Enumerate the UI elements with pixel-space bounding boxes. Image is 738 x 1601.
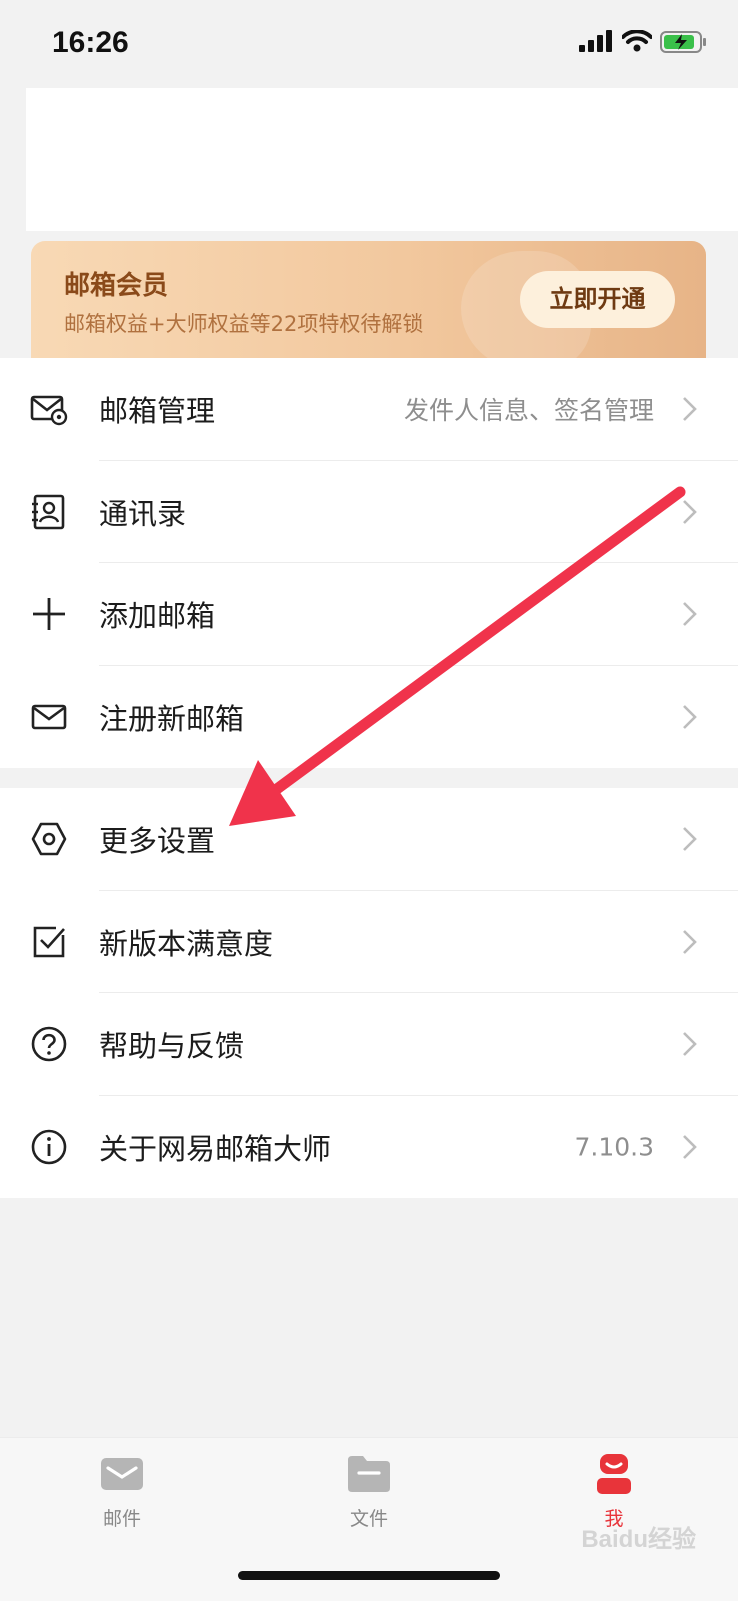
activate-vip-button[interactable]: 立即开通: [520, 271, 675, 328]
menu-item-add-mailbox[interactable]: 添加邮箱: [0, 563, 738, 666]
menu-item-label: 更多设置: [99, 824, 216, 859]
chevron-right-icon: [678, 825, 700, 853]
tab-label: 邮件: [102, 1508, 141, 1530]
menu-item-label: 添加邮箱: [99, 599, 216, 634]
status-bar: 16:26: [0, 0, 738, 90]
info-icon: [30, 1128, 68, 1166]
folder-tab-icon: [345, 1452, 393, 1496]
tab-label: 文件: [349, 1508, 388, 1530]
menu-item-label: 邮箱管理: [99, 394, 216, 429]
status-time: 16:26: [52, 26, 129, 59]
menu-item-about[interactable]: 关于网易邮箱大师 7.10.3: [0, 1096, 738, 1199]
vip-title: 邮箱会员: [64, 271, 169, 301]
chevron-right-icon: [678, 1030, 700, 1058]
menu-item-contacts[interactable]: 通讯录: [0, 461, 738, 563]
chevron-right-icon: [678, 498, 700, 526]
menu-item-label: 关于网易邮箱大师: [99, 1131, 332, 1166]
menu-item-mailbox-management[interactable]: 邮箱管理 发件人信息、签名管理: [0, 358, 738, 461]
profile-tab-icon: [590, 1452, 638, 1496]
menu-item-help-feedback[interactable]: 帮助与反馈: [0, 993, 738, 1096]
watermark: Baidu经验: [581, 1526, 696, 1553]
checkbox-icon: [30, 923, 68, 961]
menu-item-satisfaction[interactable]: 新版本满意度: [0, 891, 738, 993]
hexagon-settings-icon: [30, 820, 68, 858]
menu-group-settings: 更多设置 新版本满意度 帮助与反馈 关于网易邮箱大师 7.10.3: [0, 788, 738, 1198]
version-value: 7.10.3: [574, 1132, 654, 1162]
signal-icon: [579, 30, 613, 56]
account-header-card: [26, 88, 738, 231]
chevron-right-icon: [678, 395, 700, 423]
chevron-right-icon: [678, 1133, 700, 1161]
chevron-right-icon: [678, 703, 700, 731]
menu-item-value: 发件人信息、签名管理: [403, 396, 654, 426]
tab-files[interactable]: 文件: [309, 1452, 429, 1531]
mail-tab-icon: [98, 1452, 146, 1496]
wifi-icon: [621, 29, 653, 56]
menu-item-label: 帮助与反馈: [99, 1029, 245, 1064]
plus-icon: [30, 595, 68, 633]
battery-charging-icon: [660, 30, 708, 58]
mail-settings-icon: [30, 390, 68, 428]
home-indicator: [238, 1571, 500, 1580]
menu-item-label: 注册新邮箱: [99, 701, 245, 736]
chevron-right-icon: [678, 600, 700, 628]
menu-item-label: 新版本满意度: [99, 926, 274, 961]
menu-item-more-settings[interactable]: 更多设置: [0, 788, 738, 891]
help-icon: [30, 1025, 68, 1063]
menu-group-account: 邮箱管理 发件人信息、签名管理 通讯录 添加邮箱 注册新邮箱: [0, 358, 738, 768]
chevron-right-icon: [678, 928, 700, 956]
contacts-icon: [30, 493, 68, 531]
menu-item-label: 通讯录: [99, 496, 187, 531]
tab-mail[interactable]: 邮件: [62, 1452, 182, 1531]
menu-item-register-mailbox[interactable]: 注册新邮箱: [0, 666, 738, 769]
vip-subtitle: 邮箱权益+大师权益等22项特权待解锁: [64, 312, 424, 336]
vip-banner[interactable]: 邮箱会员 邮箱权益+大师权益等22项特权待解锁 立即开通: [31, 241, 706, 358]
envelope-icon: [30, 698, 68, 736]
